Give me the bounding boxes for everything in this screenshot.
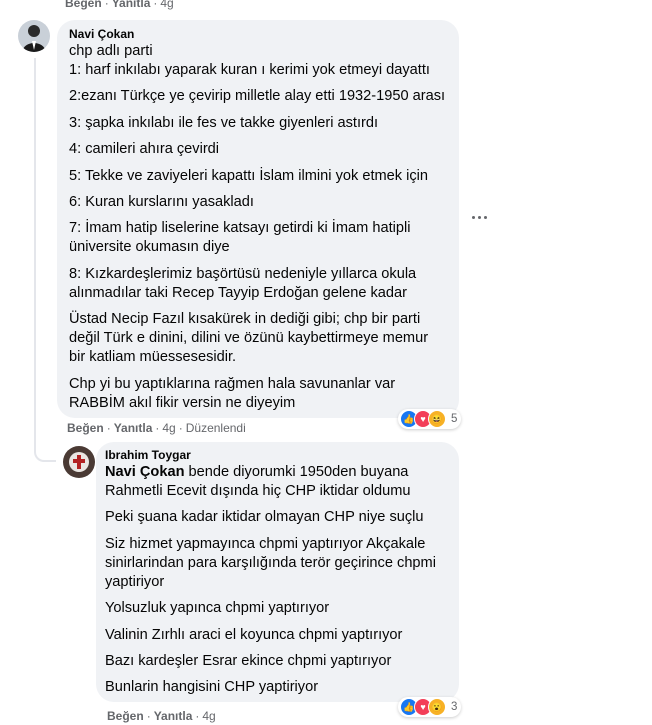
text-line: 1: harf inkılabı yaparak kuran ı kerimi …: [69, 62, 430, 78]
comment-paragraph: Rahmetli Ecevit dışında hiç CHP iktidar …: [105, 482, 451, 501]
comment-paragraph: Üstad Necip Fazıl kısakürek in dediği gi…: [69, 310, 447, 367]
text-line: 6: Kuran kurslarını yasakladı: [69, 193, 254, 210]
like-link[interactable]: Beğen: [65, 0, 102, 10]
timestamp[interactable]: 4g: [202, 709, 215, 723]
reply-first-line-text: bende diyorumki 1950den buyana: [184, 464, 409, 480]
comment-paragraph: chp adlı parti 1: harf inkılabı yaparak k…: [69, 42, 447, 80]
avatar[interactable]: [18, 20, 50, 52]
thread-line: [34, 58, 36, 448]
reply-text: Rahmetli Ecevit dışında hiç CHP iktidar …: [105, 482, 451, 697]
reaction-summary[interactable]: 👍 ♥ 😆 5: [398, 409, 462, 429]
comment-paragraph: 5: Tekke ve zaviyeleri kapattı İslam ilm…: [69, 167, 447, 186]
comment-paragraph: 2:ezanı Türkçe ye çevirip milletle alay …: [69, 87, 447, 106]
text-line: Peki şuana kadar iktidar olmayan CHP niy…: [105, 509, 424, 526]
text-line: alınmadılar taki Recep Tayyip Erdoğan ge…: [69, 284, 408, 301]
comment-author[interactable]: Navi Çokan: [69, 27, 447, 42]
comment-paragraph: Valinin Zırhlı araci el koyunca chpmi ya…: [105, 626, 451, 645]
more-dot: [477, 215, 481, 219]
reply-actions: Beğen · Yanıtla · 4g: [107, 709, 216, 723]
like-link[interactable]: Beğen: [107, 709, 144, 723]
reply-author[interactable]: Ibrahim Toygar: [105, 448, 451, 463]
text-line: Üstad Necip Fazıl kısakürek in dediği gi…: [69, 311, 421, 328]
comment-paragraph: 8: Kızkardeşlerimiz başörtüsü nedeniyle …: [69, 265, 447, 303]
comment-paragraph: 7: İmam hatip liselerine katsayı getirdi…: [69, 219, 447, 257]
mention-link[interactable]: Navi Çokan: [105, 464, 184, 480]
comment-paragraph: Bunlarin hangisini CHP yaptiriyor: [105, 678, 451, 697]
wow-reaction-icon: 😮: [428, 698, 446, 716]
reply-link[interactable]: Yanıtla: [114, 421, 153, 435]
previous-comment-actions: Beğen · Yanıtla · 4g: [65, 0, 174, 10]
text-line: Rahmetli Ecevit dışında hiç CHP iktidar …: [105, 483, 411, 499]
reply-link[interactable]: Yanıtla: [112, 0, 151, 10]
reaction-count: 5: [451, 413, 458, 425]
reply-first-line: Navi Çokan bende diyorumki 1950den buyan…: [105, 463, 451, 482]
reply-avatar[interactable]: [63, 446, 95, 478]
more-dot: [471, 215, 475, 219]
haha-reaction-icon: 😆: [428, 410, 446, 428]
text-line: 8: Kızkardeşlerimiz başörtüsü nedeniyle …: [69, 265, 417, 282]
text-line: 7: İmam hatip liselerine katsayı getirdi…: [69, 220, 411, 237]
text-line: Valinin Zırhlı araci el koyunca chpmi ya…: [105, 626, 403, 643]
text-line: Siz hizmet yapmayınca chpmi yaptırıyor A…: [105, 535, 426, 552]
reply-bubble: Ibrahim Toygar Navi Çokan bende diyorumk…: [96, 442, 459, 702]
reply-reaction-summary[interactable]: 👍 ♥ 😮 3: [398, 697, 462, 717]
comment-paragraph: 4: camileri ahıra çevirdi: [69, 140, 447, 159]
text-line: 2:ezanı Türkçe ye çevirip milletle alay …: [69, 88, 446, 105]
more-options-button[interactable]: [467, 211, 491, 223]
comment-paragraph: Chp yi bu yaptıklarına rağmen hala savun…: [69, 375, 447, 413]
text-line: Yolsuzluk yapınca chpmi yaptırıyor: [105, 600, 330, 617]
text-line: değil Türk e dinini, dilini ve özünü kay…: [69, 330, 429, 347]
text-line: RABBİM akıl fikir versin ne diyeyim: [69, 394, 296, 411]
comment-paragraph: Yolsuzluk yapınca chpmi yaptırıyor: [105, 599, 451, 618]
text-line: chp adlı parti: [69, 43, 153, 59]
text-line: 3: şapka inkılabı ile fes ve takke giyen…: [69, 114, 379, 131]
text-line: 4: camileri ahıra çevirdi: [69, 141, 220, 158]
text-line: Bazı kardeşler Esrar ekince chpmi yaptır…: [105, 652, 392, 669]
thread-connector: [34, 440, 56, 462]
comment-paragraph: 3: şapka inkılabı ile fes ve takke giyen…: [69, 114, 447, 133]
text-line: üniversite okumasın diye: [69, 239, 230, 256]
more-dot: [483, 215, 487, 219]
text-line: sinirlarindan para karşılığında terör ge…: [105, 554, 436, 571]
reaction-count: 3: [451, 701, 458, 713]
text-line: Chp yi bu yaptıklarına rağmen hala savun…: [69, 375, 396, 392]
comment-actions: Beğen · Yanıtla · 4g · Düzenlendi: [67, 421, 246, 435]
text-line: yaptiriyor: [105, 573, 165, 590]
text-line: 5: Tekke ve zaviyeleri kapattı İslam ilm…: [69, 167, 429, 184]
comment-bubble: Navi Çokan chp adlı parti 1: harf inkılab…: [57, 20, 459, 418]
comment-paragraph: Peki şuana kadar iktidar olmayan CHP niy…: [105, 508, 451, 527]
comment-text: chp adlı parti 1: harf inkılabı yaparak k…: [69, 42, 447, 413]
comment-paragraph: Bazı kardeşler Esrar ekince chpmi yaptır…: [105, 652, 451, 671]
comment-paragraph: 6: Kuran kurslarını yasakladı: [69, 193, 447, 212]
like-link[interactable]: Beğen: [67, 421, 104, 435]
timestamp[interactable]: 4g: [162, 421, 175, 435]
reply-link[interactable]: Yanıtla: [154, 709, 193, 723]
edited-label[interactable]: Düzenlendi: [186, 421, 246, 435]
timestamp[interactable]: 4g: [160, 0, 173, 10]
text-line: bir katliam müessesesidir.: [69, 349, 237, 366]
comment-paragraph: Siz hizmet yapmayınca chpmi yaptırıyor A…: [105, 535, 451, 592]
text-line: Bunlarin hangisini CHP yaptiriyor: [105, 679, 319, 696]
